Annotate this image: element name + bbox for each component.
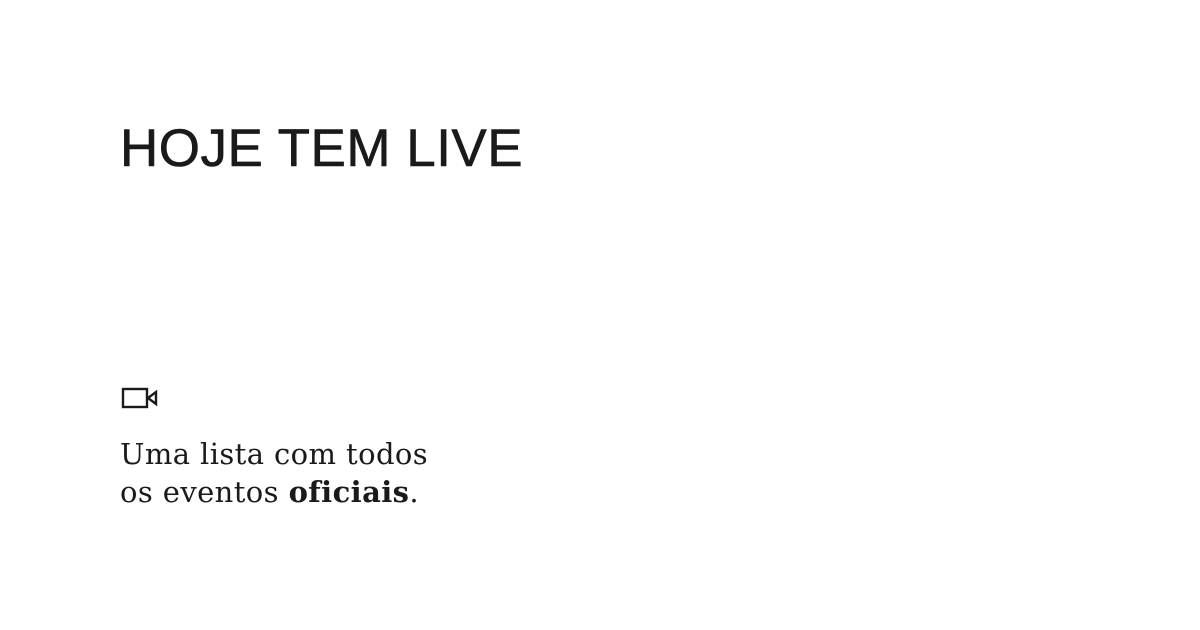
tagline: Uma lista com todos os eventos oficiais. xyxy=(120,435,428,511)
tagline-emphasis: oficiais xyxy=(288,475,410,509)
tagline-line-2-suffix: . xyxy=(409,475,420,509)
tagline-line-1: Uma lista com todos xyxy=(120,437,429,471)
video-camera-icon xyxy=(121,387,158,409)
tagline-line-2-prefix: os eventos xyxy=(120,475,289,509)
tagline-line-2: os eventos oficiais. xyxy=(120,473,428,511)
og-card: HOJE TEM LIVE Uma lista com todos os eve… xyxy=(0,0,1200,630)
page-title: HOJE TEM LIVE xyxy=(120,119,524,179)
